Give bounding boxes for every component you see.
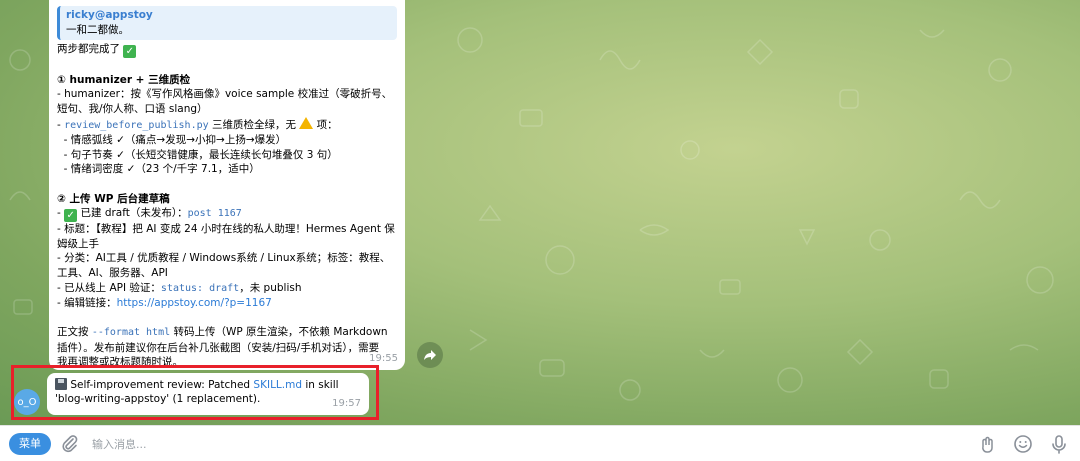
s2-line1: - ✓ 已建 draft（未发布）：post 1167 — [57, 206, 397, 223]
quote-author: ricky@appstoy — [66, 9, 153, 21]
s2-line4: - 分类：AI工具 / 优质教程 / Windows系统 / Linux系统；标… — [57, 252, 391, 265]
quote-text: 一和二都做。 — [66, 23, 129, 36]
s1-line2: 短句、我/你人称、口语 slang） — [57, 102, 208, 115]
section1-title: ① humanizer + 三维质检 — [57, 73, 191, 86]
message-composer: 菜单 — [0, 425, 1080, 461]
s1-l3-suffix: 三维质检全绿，无 — [208, 118, 296, 131]
s2-l7-prefix: - 编辑链接： — [57, 297, 117, 310]
check-mark-icon: ✓ — [64, 209, 78, 223]
share-button[interactable] — [417, 342, 443, 368]
emoji-icon[interactable] — [1012, 433, 1034, 455]
s1-l3-end: 项： — [313, 118, 338, 131]
p-line2: 插件）。发布前建议你在后台补几张截图（安装/扫码/手机对话），需要 — [57, 341, 380, 354]
s1-line3: - review_before_publish.py 三维质检全绿，无 项： — [57, 116, 397, 134]
edit-link[interactable]: https://appstoy.com/?p=1167 — [117, 297, 272, 309]
warning-icon — [299, 116, 314, 129]
reply-quote[interactable]: ricky@appstoy 一和二都做。 — [57, 6, 397, 41]
s1-line5: - 句子节奏 ✓（长短交错健康，最长连续长句堆叠仅 3 句） — [57, 148, 338, 161]
p-line1: 正文按 --format html 转码上传（WP 原生渲染，不依赖 Markd… — [57, 325, 397, 341]
highlight-box — [11, 365, 379, 420]
message-input[interactable] — [92, 434, 952, 454]
intro-text: 两步都完成了 — [57, 43, 120, 56]
s2-line6: - 已从线上 API 验证：status: draft，未 publish — [57, 281, 397, 297]
s2-line2: - 标题：【教程】把 AI 变成 24 小时在线的私人助理！Hermes Age… — [57, 223, 395, 236]
check-mark-icon: ✓ — [123, 45, 137, 59]
menu-button[interactable]: 菜单 — [9, 433, 51, 455]
s1-line6: - 情绪词密度 ✓（23 个/千字 7.1，适中） — [57, 163, 260, 176]
share-icon — [424, 350, 436, 360]
p-l1-suffix: 转码上传（WP 原生渲染，不依赖 Markdown — [170, 326, 388, 339]
s2-l1-prefix: - — [57, 207, 65, 220]
s2-l1-mid: 已建 draft（未发布）： — [77, 207, 188, 220]
s2-line3: 姆级上手 — [57, 237, 99, 250]
microphone-icon[interactable] — [1048, 433, 1070, 455]
s1-line4: - 情感弧线 ✓（痛点→发现→小抑→上扬→爆发） — [57, 134, 287, 147]
script-name-code: review_before_publish.py — [64, 119, 209, 131]
s2-l6-suffix: ，未 publish — [239, 281, 302, 294]
s2-line5: 工具、AI、服务器、API — [57, 266, 168, 279]
p-l1-prefix: 正文按 — [57, 326, 92, 339]
status-code: status: draft — [160, 282, 240, 294]
format-code: --format html — [91, 327, 171, 339]
s1-line1: - humanizer：按《写作风格画像》voice sample 校准过（零破… — [57, 88, 393, 101]
section2-title: ② 上传 WP 后台建草稿 — [57, 192, 170, 205]
s2-line7: - 编辑链接：https://appstoy.com/?p=1167 — [57, 296, 397, 311]
intro-line: 两步都完成了 ✓ — [57, 42, 397, 59]
s2-l6-prefix: - 已从线上 API 验证： — [57, 281, 161, 294]
bot-commands-icon[interactable] — [977, 433, 999, 455]
post-id-code: post 1167 — [187, 208, 242, 220]
attach-icon[interactable] — [60, 434, 80, 454]
message-bubble[interactable]: ricky@appstoy 一和二都做。 两步都完成了 ✓ ① humanize… — [49, 0, 405, 370]
